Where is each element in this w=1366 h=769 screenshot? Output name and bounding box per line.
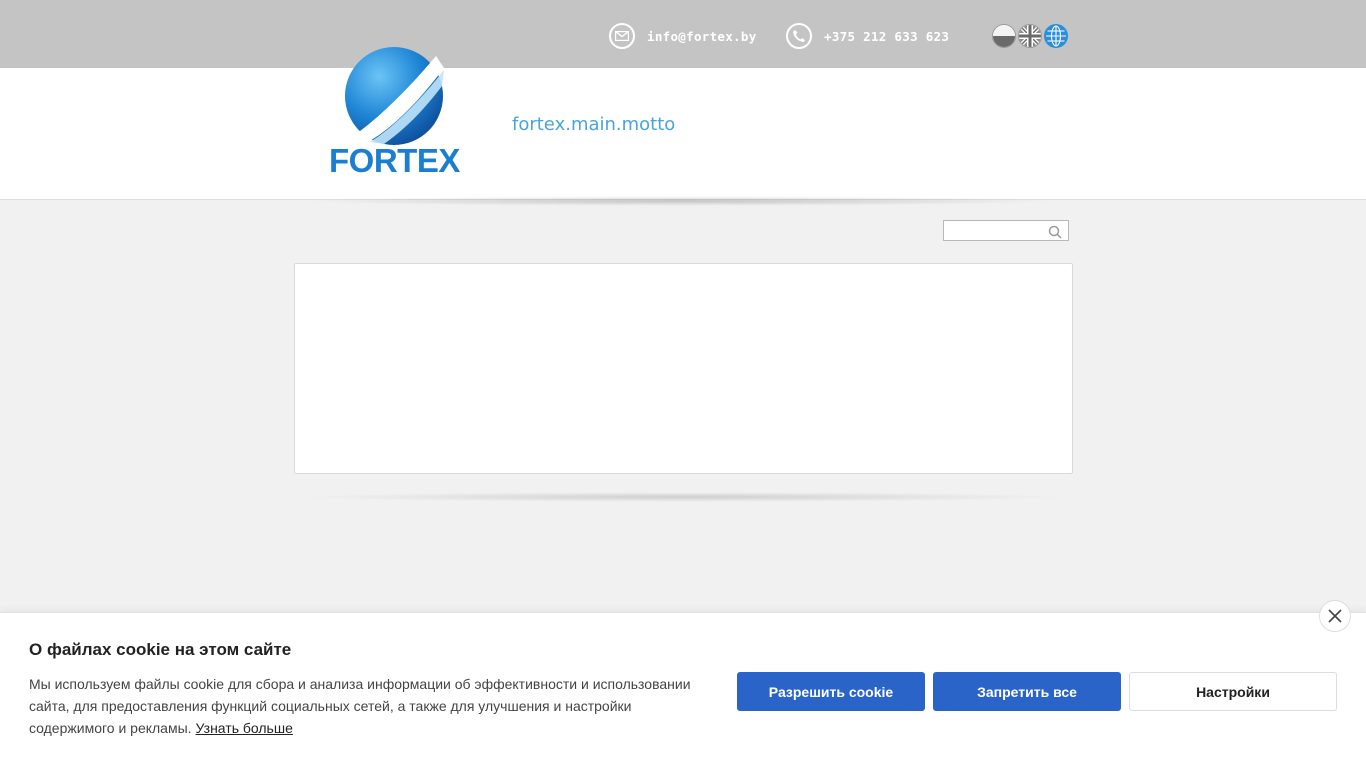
learn-more-link[interactable]: Узнать больше: [196, 720, 293, 736]
logo-wordmark: FORTEX: [329, 142, 460, 179]
email-contact[interactable]: info@fortex.by: [609, 22, 757, 50]
search-input[interactable]: [944, 223, 1052, 242]
cookie-settings-button[interactable]: Настройки: [1129, 672, 1337, 711]
close-cookie-button[interactable]: [1319, 600, 1351, 632]
logo-globe-icon: [345, 47, 444, 145]
search-icon[interactable]: [1048, 224, 1062, 243]
language-switcher: [992, 24, 1068, 48]
search-box: [943, 220, 1069, 243]
phone-contact[interactable]: +375 212 633 623: [786, 22, 949, 50]
allow-cookies-button[interactable]: Разрешить cookie: [737, 672, 925, 711]
site-header: fortex.main.motto: [0, 68, 1366, 200]
envelope-icon: [609, 23, 635, 49]
close-icon: [1328, 609, 1342, 623]
content-shadow: [300, 492, 1068, 502]
russia-flag-icon[interactable]: [992, 24, 1016, 48]
phone-number[interactable]: +375 212 633 623: [824, 29, 949, 44]
email-link[interactable]: info@fortex.by: [647, 29, 757, 44]
fortex-logo[interactable]: FORTEX: [326, 46, 476, 179]
site-motto: fortex.main.motto: [512, 114, 676, 135]
header-shadow: [300, 196, 1060, 206]
cookie-text: Мы используем файлы cookie для сбора и а…: [29, 673, 694, 739]
top-contact-bar: info@fortex.by +375 212 633 623: [0, 0, 1366, 68]
cookie-description: Мы используем файлы cookie для сбора и а…: [29, 676, 691, 736]
cookie-banner: О файлах cookie на этом сайте Мы использ…: [0, 600, 1366, 769]
cookie-title: О файлах cookie на этом сайте: [29, 640, 292, 659]
phone-icon: [786, 23, 812, 49]
deny-all-button[interactable]: Запретить все: [933, 672, 1121, 711]
content-panel: [294, 263, 1073, 474]
uk-flag-icon[interactable]: [1018, 24, 1042, 48]
globe-icon[interactable]: [1044, 24, 1068, 48]
